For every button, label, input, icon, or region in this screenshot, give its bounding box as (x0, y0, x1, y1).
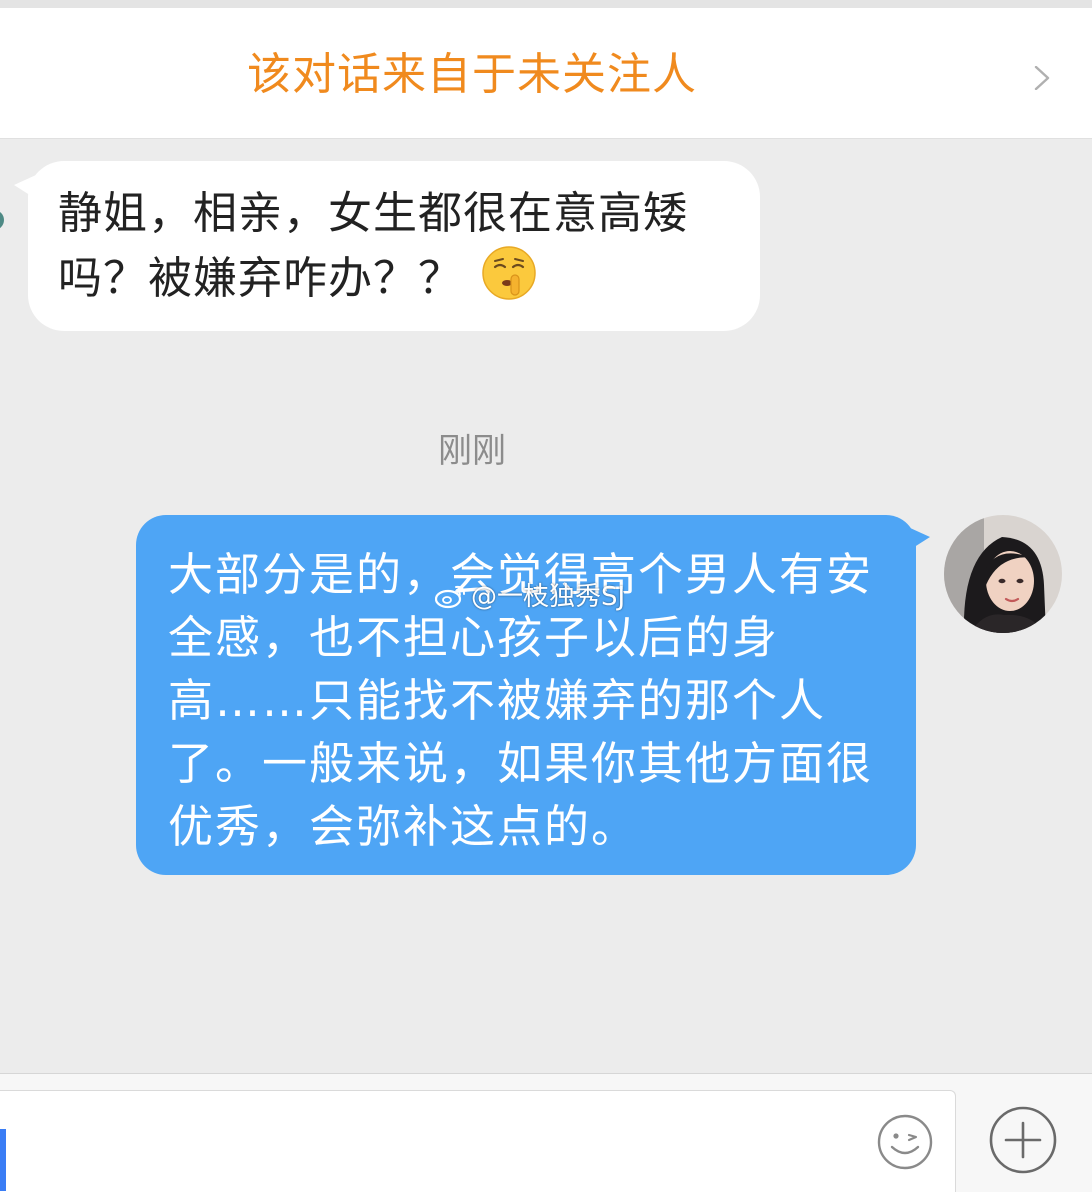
bubble-tail (908, 527, 930, 551)
chevron-right-icon[interactable] (1030, 66, 1054, 90)
outgoing-message-line: 高……只能找不被嫌弃的那个人 (168, 674, 827, 727)
outgoing-message-line: 全感，也不担心孩子以后的身 (168, 611, 780, 664)
incoming-message-bubble[interactable]: 静姐，相亲，女生都很在意高矮 吗？被嫌弃咋办？？ (14, 161, 760, 331)
watermark-text: @一枝独秀SJ (471, 582, 626, 612)
incoming-message-line: 吗？被嫌弃咋办？？ (58, 253, 463, 304)
outgoing-message-bubble[interactable]: 大部分是的，会觉得高个男人有安 全感，也不担心孩子以后的身 高……只能找不被嫌弃… (136, 515, 930, 875)
emoji-smile-icon[interactable] (876, 1113, 934, 1171)
message-timestamp: 刚刚 (438, 431, 506, 471)
my-avatar[interactable] (944, 515, 1062, 633)
shushing-face-emoji-icon (482, 246, 536, 300)
top-divider (0, 0, 1092, 8)
plus-circle-icon[interactable] (988, 1105, 1058, 1175)
incoming-message-line: 静姐，相亲，女生都很在意高矮 (58, 188, 688, 239)
weibo-watermark: @一枝独秀SJ (435, 582, 625, 612)
message-input[interactable] (0, 1090, 956, 1192)
unfollowed-notice-banner[interactable]: 该对话来自于未关注人 (0, 8, 1092, 139)
incoming-message-text: 静姐，相亲，女生都很在意高矮 吗？被嫌弃咋办？？ (58, 183, 730, 310)
bubble-tail (14, 175, 36, 199)
banner-text: 该对话来自于未关注人 (247, 49, 697, 100)
avatar-photo (944, 515, 1062, 633)
weibo-logo-icon (435, 585, 465, 609)
sender-avatar[interactable] (0, 210, 4, 230)
outgoing-message-line: 了。一般来说，如果你其他方面很 (168, 737, 874, 790)
text-cursor (0, 1129, 6, 1191)
outgoing-message-line: 优秀，会弥补这点的。 (168, 800, 639, 853)
incoming-message-line-with-emoji: 吗？被嫌弃咋办？？ (58, 245, 730, 310)
